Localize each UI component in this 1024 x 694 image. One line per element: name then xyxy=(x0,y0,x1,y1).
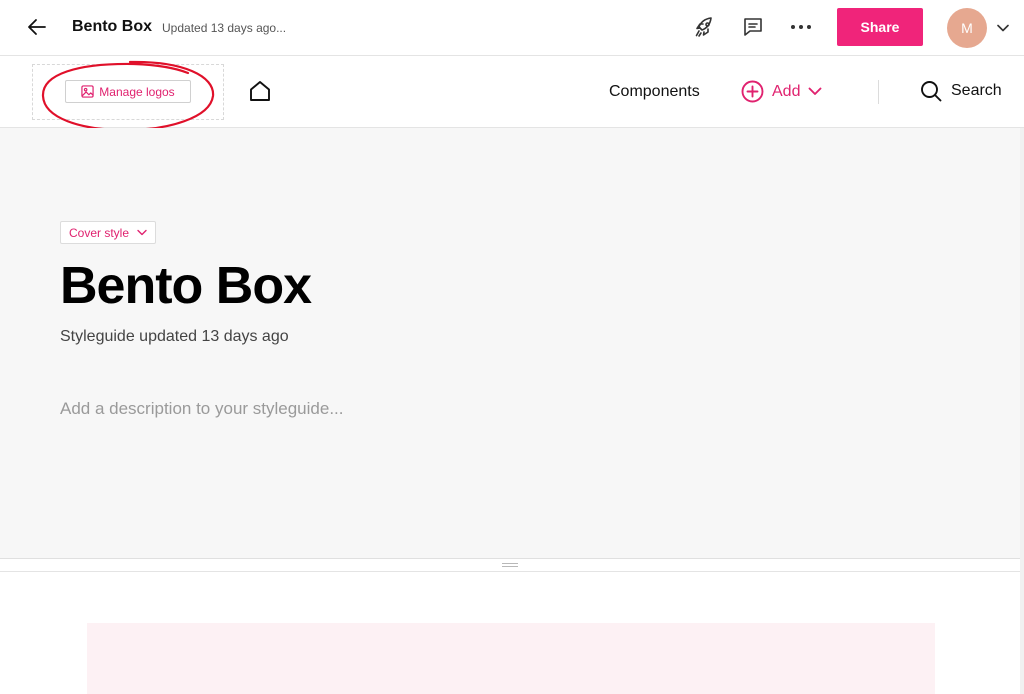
more-icon xyxy=(791,25,811,29)
manage-logos-label: Manage logos xyxy=(99,84,175,99)
cover-section: Cover style Bento Box Styleguide updated… xyxy=(0,128,1020,559)
cover-style-dropdown[interactable]: Cover style xyxy=(60,221,157,244)
avatar[interactable]: M xyxy=(947,8,987,48)
share-button[interactable]: Share xyxy=(837,8,923,46)
cover-style-label: Cover style xyxy=(69,225,130,240)
chevron-down-icon xyxy=(997,24,1009,32)
plus-circle-icon xyxy=(741,80,764,103)
rocket-button[interactable] xyxy=(692,14,718,40)
manage-logos-button[interactable]: Manage logos xyxy=(65,80,191,103)
search-icon xyxy=(921,81,942,102)
scrollbar[interactable] xyxy=(1020,128,1024,694)
content-block xyxy=(87,623,935,694)
home-button[interactable] xyxy=(247,78,273,104)
add-menu-button[interactable]: Add xyxy=(741,80,822,103)
search-button[interactable]: Search xyxy=(920,80,1002,102)
chevron-down-icon xyxy=(809,87,822,95)
home-icon xyxy=(250,81,270,101)
cover-subtitle: Styleguide updated 13 days ago xyxy=(60,328,289,345)
top-bar: Bento Box Updated 13 days ago... Share M xyxy=(0,0,1024,56)
search-label: Search xyxy=(951,82,1002,99)
back-button[interactable] xyxy=(24,14,50,40)
styleguide-nav: Manage logos Components Add Search xyxy=(0,56,1024,128)
account-menu-toggle[interactable] xyxy=(994,19,1012,37)
cover-title: Bento Box xyxy=(60,257,312,315)
comments-button[interactable] xyxy=(740,14,766,40)
nav-divider xyxy=(878,80,879,104)
chevron-down-icon xyxy=(137,229,147,236)
rocket-icon xyxy=(695,17,712,37)
comment-icon xyxy=(744,18,762,36)
description-input[interactable]: Add a description to your styleguide... xyxy=(60,399,344,419)
components-link[interactable]: Components xyxy=(609,83,700,101)
add-label: Add xyxy=(772,82,801,100)
back-arrow-icon xyxy=(28,19,46,35)
more-button[interactable] xyxy=(788,14,814,40)
doc-updated: Updated 13 days ago... xyxy=(162,21,287,35)
section-divider xyxy=(0,571,1020,572)
resize-handle[interactable] xyxy=(502,563,518,569)
doc-title: Bento Box xyxy=(72,18,152,35)
image-icon xyxy=(81,85,94,98)
